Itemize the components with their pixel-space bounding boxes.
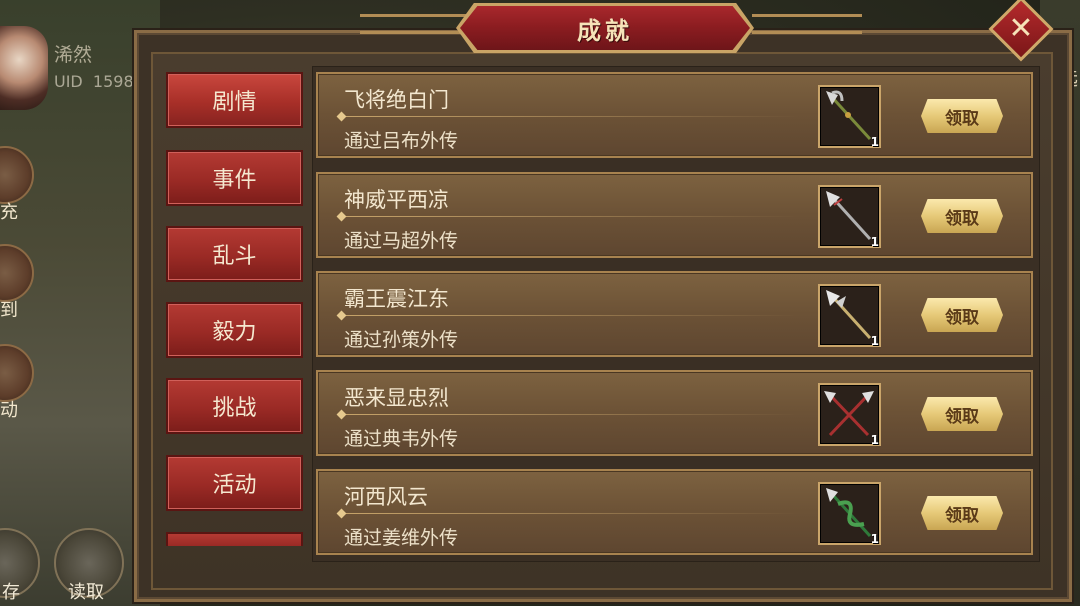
tab-label: 挑战	[212, 396, 257, 421]
player-name: 浠然	[54, 44, 93, 66]
achievement-row: 飞将绝白门 通过吕布外传 1 领取	[316, 72, 1033, 158]
claim-button[interactable]: 领取	[921, 99, 1003, 133]
achievement-name: 神威平西凉	[344, 188, 449, 212]
player-avatar[interactable]	[0, 26, 48, 110]
claim-button-label: 领取	[945, 108, 979, 129]
reward-item[interactable]: 1	[818, 383, 881, 447]
tab-label: 乱斗	[212, 244, 257, 269]
tab-label: 活动	[212, 473, 257, 498]
divider	[340, 116, 800, 117]
reward-qty: 1	[870, 334, 879, 348]
claim-button[interactable]: 领取	[921, 397, 1003, 431]
side-button-event-label: 动	[0, 400, 18, 421]
tab-label: 剧情	[212, 90, 257, 115]
claim-button-label: 领取	[945, 505, 979, 526]
divider	[340, 216, 800, 217]
side-button-recharge-label: 充	[0, 202, 18, 223]
claim-button-label: 领取	[945, 406, 979, 427]
tab-brawl[interactable]: 乱斗	[166, 226, 303, 282]
achievement-row: 恶来显忠烈 通过典韦外传 1 领取	[316, 370, 1033, 456]
achievement-name: 霸王震江东	[344, 287, 449, 311]
achievement-desc: 通过吕布外传	[344, 130, 459, 152]
claim-button[interactable]: 领取	[921, 298, 1003, 332]
tab-label: 毅力	[212, 320, 257, 345]
load-button-label: 读取	[68, 582, 104, 603]
tab-events[interactable]: 事件	[166, 150, 303, 206]
claim-button-label: 领取	[945, 307, 979, 328]
save-button-label: 存	[2, 582, 20, 603]
title-ornament-right	[752, 14, 862, 34]
achievement-row: 神威平西凉 通过马超外传 1 领取	[316, 172, 1033, 258]
achievement-name: 河西风云	[344, 485, 428, 509]
player-uid: UID 15987	[54, 72, 144, 91]
reward-qty: 1	[870, 235, 879, 249]
achievement-row: 霸王震江东 通过孙策外传 1 领取	[316, 271, 1033, 357]
uid-label: UID	[54, 72, 83, 91]
reward-qty: 1	[870, 532, 879, 546]
title-ornament-left	[360, 14, 470, 34]
tab-perseverance[interactable]: 毅力	[166, 302, 303, 358]
achievement-desc: 通过马超外传	[344, 230, 459, 252]
panel-title: 成就	[577, 15, 633, 45]
claim-button[interactable]: 领取	[921, 496, 1003, 530]
achievement-desc: 通过姜维外传	[344, 527, 459, 549]
tab-label: 事件	[212, 168, 257, 193]
close-icon[interactable]: ✕	[1006, 10, 1036, 48]
achievement-name: 飞将绝白门	[344, 88, 449, 112]
achievement-desc: 通过孙策外传	[344, 329, 459, 351]
reward-qty: 1	[870, 135, 879, 149]
tab-challenge[interactable]: 挑战	[166, 378, 303, 434]
achievement-desc: 通过典韦外传	[344, 428, 459, 450]
reward-qty: 1	[870, 433, 879, 447]
claim-button[interactable]: 领取	[921, 199, 1003, 233]
divider	[340, 414, 800, 415]
reward-item[interactable]: 1	[818, 185, 881, 249]
tab-story[interactable]: 剧情	[166, 72, 303, 128]
reward-item[interactable]: 1	[818, 482, 881, 546]
reward-item[interactable]: 1	[818, 284, 881, 348]
tab-more-partial[interactable]	[166, 532, 303, 546]
title-banner: 成就	[460, 6, 750, 50]
divider	[340, 315, 800, 316]
reward-item[interactable]: 1	[818, 85, 881, 149]
achievement-row: 河西风云 通过姜维外传 1 领取	[316, 469, 1033, 555]
tab-activity[interactable]: 活动	[166, 455, 303, 511]
claim-button-label: 领取	[945, 208, 979, 229]
divider	[340, 513, 800, 514]
side-button-signin-label: 到	[0, 300, 18, 321]
achievement-name: 恶来显忠烈	[344, 386, 449, 410]
